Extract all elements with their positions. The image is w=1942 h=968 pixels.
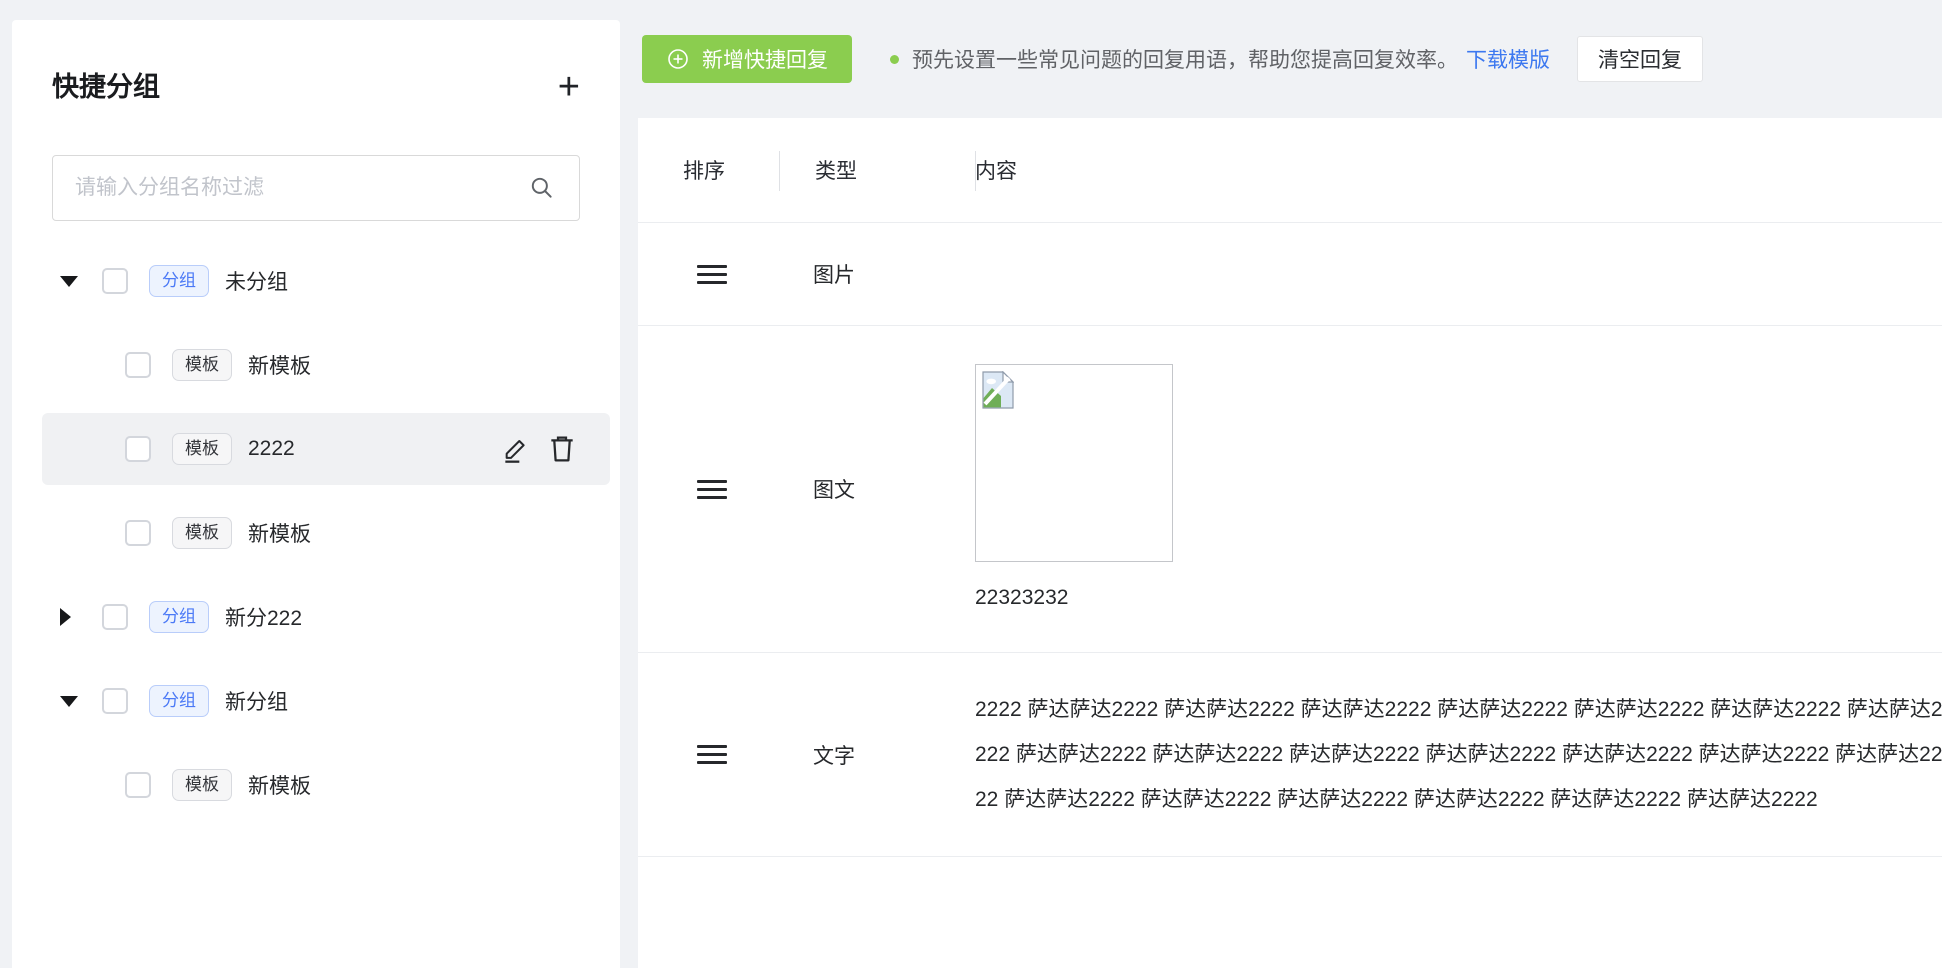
checkbox[interactable] [125, 520, 151, 546]
add-group-button[interactable]: + [558, 72, 580, 102]
type-cell: 文字 [780, 653, 975, 856]
header-divider [779, 151, 780, 191]
tree-item-label: 未分组 [225, 266, 288, 296]
tree-item-label: 新模板 [248, 350, 311, 380]
type-cell: 图片 [780, 223, 975, 325]
template-tag: 模板 [172, 433, 232, 465]
toolbar: 新增快捷回复 预先设置一些常见问题的回复用语，帮助您提高回复效率。 下载模版 清… [642, 0, 1942, 118]
template-tag: 模板 [172, 517, 232, 549]
text-content: 2222 萨达萨达2222 萨达萨达2222 萨达萨达2222 萨达萨达2222… [975, 687, 1942, 822]
tree-item-template[interactable]: 模板 新模板 [12, 491, 620, 575]
group-search-input[interactable] [53, 176, 529, 200]
table-row: 图文 22323232 [638, 326, 1942, 653]
template-tag: 模板 [172, 349, 232, 381]
table-row: 图片 [638, 223, 1942, 326]
tree-item-template-selected[interactable]: 模板 2222 [12, 407, 620, 491]
download-template-link[interactable]: 下载模版 [1466, 44, 1550, 74]
tree-item-label: 新分222 [225, 602, 302, 632]
caret-down-icon[interactable] [60, 692, 78, 710]
column-header-sort: 排序 [672, 155, 780, 185]
add-quick-reply-button[interactable]: 新增快捷回复 [642, 35, 852, 83]
drag-handle-icon[interactable] [697, 475, 727, 504]
group-tag: 分组 [149, 265, 209, 297]
tree-item-label: 新模板 [248, 770, 311, 800]
header-divider [975, 151, 976, 191]
clear-replies-button[interactable]: 清空回复 [1577, 36, 1703, 82]
sidebar-header: 快捷分组 + [52, 72, 580, 102]
thumbnail-box [975, 364, 1173, 562]
tree-item-label: 新模板 [248, 518, 311, 548]
table-row: 文字 2222 萨达萨达2222 萨达萨达2222 萨达萨达2222 萨达萨达2… [638, 653, 1942, 857]
group-tree: 分组 未分组 模板 新模板 模板 2222 [12, 239, 620, 827]
checkbox[interactable] [125, 352, 151, 378]
broken-image-icon [982, 371, 1014, 409]
checkbox[interactable] [125, 772, 151, 798]
tree-item-group[interactable]: 分组 新分组 [12, 659, 620, 743]
drag-handle-icon[interactable] [697, 740, 727, 769]
group-tag: 分组 [149, 685, 209, 717]
tree-item-group[interactable]: 分组 新分222 [12, 575, 620, 659]
checkbox[interactable] [102, 604, 128, 630]
add-quick-reply-label: 新增快捷回复 [702, 44, 828, 74]
tip-text: 预先设置一些常见问题的回复用语，帮助您提高回复效率。 [912, 44, 1458, 74]
column-header-type: 类型 [780, 155, 975, 185]
group-tag: 分组 [149, 601, 209, 633]
delete-icon[interactable] [546, 433, 578, 465]
tree-item-label: 新分组 [225, 686, 288, 716]
thumbnail-caption: 22323232 [975, 586, 1173, 610]
search-icon[interactable] [529, 175, 555, 201]
tip-dot-icon [890, 55, 899, 64]
quick-reply-panel: 新增快捷回复 预先设置一些常见问题的回复用语，帮助您提高回复效率。 下载模版 清… [638, 0, 1942, 968]
template-tag: 模板 [172, 769, 232, 801]
type-cell: 图文 [780, 326, 975, 652]
drag-handle-icon[interactable] [697, 260, 727, 289]
tree-item-template[interactable]: 模板 新模板 [12, 743, 620, 827]
edit-icon[interactable] [500, 433, 532, 465]
tree-item-label: 2222 [248, 437, 295, 461]
group-search-box [52, 155, 580, 221]
content-cell [975, 223, 1942, 325]
column-header-content: 内容 [975, 155, 1017, 185]
caret-down-icon[interactable] [60, 272, 78, 290]
sidebar-title: 快捷分组 [52, 72, 160, 102]
imgtext-content: 22323232 [975, 326, 1173, 652]
table-header: 排序 类型 内容 [638, 118, 1942, 223]
reply-table: 排序 类型 内容 图片 图文 [638, 118, 1942, 968]
tree-item-group[interactable]: 分组 未分组 [12, 239, 620, 323]
caret-right-icon[interactable] [60, 608, 78, 626]
checkbox[interactable] [102, 268, 128, 294]
row-actions [500, 407, 578, 491]
checkbox[interactable] [102, 688, 128, 714]
checkbox[interactable] [125, 436, 151, 462]
tree-item-template[interactable]: 模板 新模板 [12, 323, 620, 407]
circle-plus-icon [666, 47, 690, 71]
quick-groups-panel: 快捷分组 + 分组 未分组 模板 新模板 模板 2222 [12, 20, 620, 968]
